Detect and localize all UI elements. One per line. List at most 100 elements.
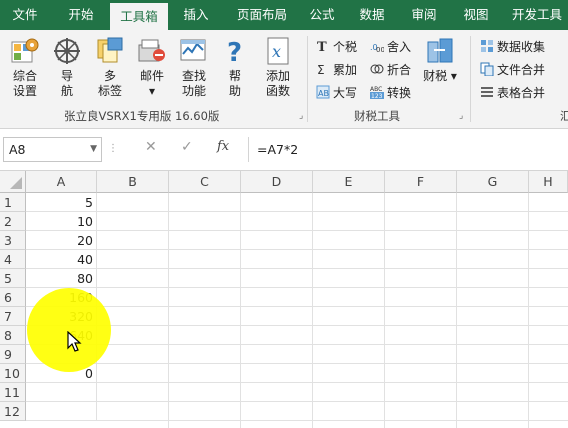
collect-icon <box>480 39 494 53</box>
row-header-1[interactable]: 1 <box>0 193 26 212</box>
abc-123-icon: ABC 123 <box>370 85 384 100</box>
cell-a11[interactable] <box>26 383 97 402</box>
add-function-label-1: 添加 <box>265 69 290 83</box>
tab-home[interactable]: 开始 <box>55 0 107 30</box>
insert-function-icon[interactable]: fx <box>217 139 229 154</box>
column-header-h[interactable]: H <box>529 171 568 193</box>
row-header-5[interactable]: 5 <box>0 269 26 288</box>
name-box-value: A8 <box>9 142 26 157</box>
data-collect-button[interactable]: 数据收集 <box>480 38 545 56</box>
tab-formulas[interactable]: 公式 <box>302 0 342 30</box>
mail-button[interactable]: 邮件 ▾ <box>134 36 170 99</box>
row-header-10[interactable]: 10 <box>0 364 26 383</box>
navigation-button[interactable]: 导 航 <box>50 36 84 99</box>
ribbon-tab-bar: 文件 开始 工具箱 插入 页面布局 公式 数据 审阅 视图 开发工具 <box>0 0 568 30</box>
sigma-icon: Σ <box>316 62 330 77</box>
svg-text:x: x <box>272 42 281 61</box>
find-chart-icon <box>179 36 209 66</box>
row-header-8[interactable]: 8 <box>0 326 26 345</box>
settings-label-1: 综合 <box>12 69 37 83</box>
tab-developer[interactable]: 开发工具 <box>506 0 568 30</box>
cell-a12[interactable] <box>26 402 97 421</box>
fold-icon <box>370 62 384 76</box>
navigation-label-1: 导 <box>60 69 73 83</box>
select-all-corner[interactable] <box>0 171 26 193</box>
column-header-e[interactable]: E <box>313 171 385 193</box>
column-header-c[interactable]: C <box>169 171 241 193</box>
column-header-d[interactable]: D <box>241 171 313 193</box>
row-header-12[interactable]: 12 <box>0 402 26 421</box>
row-header-6[interactable]: 6 <box>0 288 26 307</box>
tabs-icon <box>95 36 125 66</box>
tax-tools-button[interactable]: 财税 ▾ <box>420 36 460 84</box>
multi-tab-label-2: 标签 <box>97 84 122 98</box>
accumulate-button[interactable]: Σ 累加 <box>316 61 357 79</box>
fold-button[interactable]: 折合 <box>370 61 411 79</box>
svg-text:ABC: ABC <box>370 86 382 93</box>
row-header-2[interactable]: 2 <box>0 212 26 231</box>
multi-tab-button[interactable]: 多 标签 <box>92 36 128 99</box>
row-header-9[interactable]: 9 <box>0 345 26 364</box>
row-header-7[interactable]: 7 <box>0 307 26 326</box>
cell-a1[interactable]: 5 <box>26 193 97 212</box>
add-function-icon: x <box>263 36 293 66</box>
add-function-button[interactable]: x 添加 函数 <box>260 36 296 99</box>
table-merge-button[interactable]: 表格合并 <box>480 84 545 102</box>
convert-label: 转换 <box>387 86 412 100</box>
find-function-button[interactable]: 查找 功能 <box>176 36 212 99</box>
formula-input[interactable]: =A7*2 <box>248 137 568 162</box>
cell-a3[interactable]: 20 <box>26 231 97 250</box>
file-merge-button[interactable]: 文件合并 <box>480 61 545 79</box>
cell-a4[interactable]: 40 <box>26 250 97 269</box>
group-divider <box>470 36 471 122</box>
tax-button[interactable]: T 个税 <box>316 38 357 56</box>
chevron-down-icon[interactable]: ▼ <box>90 138 97 161</box>
help-button[interactable]: ? 帮 助 <box>220 36 250 99</box>
column-header-a[interactable]: A <box>26 171 97 193</box>
tab-file[interactable]: 文件 <box>0 0 50 30</box>
fold-label: 折合 <box>387 63 412 77</box>
group3-label: 汇 <box>560 109 568 123</box>
column-header-g[interactable]: G <box>457 171 529 193</box>
tab-insert[interactable]: 插入 <box>172 0 220 30</box>
cancel-icon[interactable]: ✕ <box>145 139 157 155</box>
convert-button[interactable]: ABC 123 转换 <box>370 84 411 102</box>
help-icon: ? <box>220 36 250 68</box>
table-merge-label: 表格合并 <box>497 86 546 100</box>
settings-label-2: 设置 <box>12 84 37 98</box>
svg-text:Σ: Σ <box>317 63 325 76</box>
row-header-4[interactable]: 4 <box>0 250 26 269</box>
table-merge-icon <box>480 85 494 99</box>
multi-tab-label-1: 多 <box>103 69 116 83</box>
uppercase-icon: AB <box>316 85 330 99</box>
uppercase-label: 大写 <box>333 86 358 100</box>
confirm-icon[interactable]: ✓ <box>181 139 193 155</box>
formula-bar: A8 ▼ ⋮ ✕ ✓ fx =A7*2 <box>0 129 568 171</box>
tab-view[interactable]: 视图 <box>454 0 498 30</box>
group1-launcher-icon[interactable]: ⌟ <box>299 111 303 121</box>
find-label-2: 功能 <box>181 84 206 98</box>
row-header-11[interactable]: 11 <box>0 383 26 402</box>
group2-launcher-icon[interactable]: ⌟ <box>459 111 463 121</box>
column-header-b[interactable]: B <box>97 171 169 193</box>
cursor-highlight <box>27 288 111 372</box>
row-header-3[interactable]: 3 <box>0 231 26 250</box>
file-merge-icon <box>480 62 494 77</box>
name-box[interactable]: A8 ▼ <box>3 137 102 162</box>
column-header-f[interactable]: F <box>385 171 457 193</box>
cell-a2[interactable]: 10 <box>26 212 97 231</box>
round-button[interactable]: .0 00 舍入 <box>370 38 411 56</box>
svg-text:?: ? <box>227 38 242 66</box>
tab-data[interactable]: 数据 <box>350 0 394 30</box>
tab-toolbox[interactable]: 工具箱 <box>110 3 168 30</box>
tab-page-layout[interactable]: 页面布局 <box>228 0 296 30</box>
cell-a5[interactable]: 80 <box>26 269 97 288</box>
navigation-label-2: 航 <box>60 84 73 98</box>
compass-icon <box>52 36 82 66</box>
uppercase-button[interactable]: AB 大写 <box>316 84 357 102</box>
round-label: 舍入 <box>387 40 412 54</box>
help-label-2: 助 <box>228 84 241 98</box>
settings-button[interactable]: 综合 设置 <box>6 36 44 99</box>
group2-label: 财税工具 <box>354 109 400 123</box>
tab-review[interactable]: 审阅 <box>402 0 446 30</box>
